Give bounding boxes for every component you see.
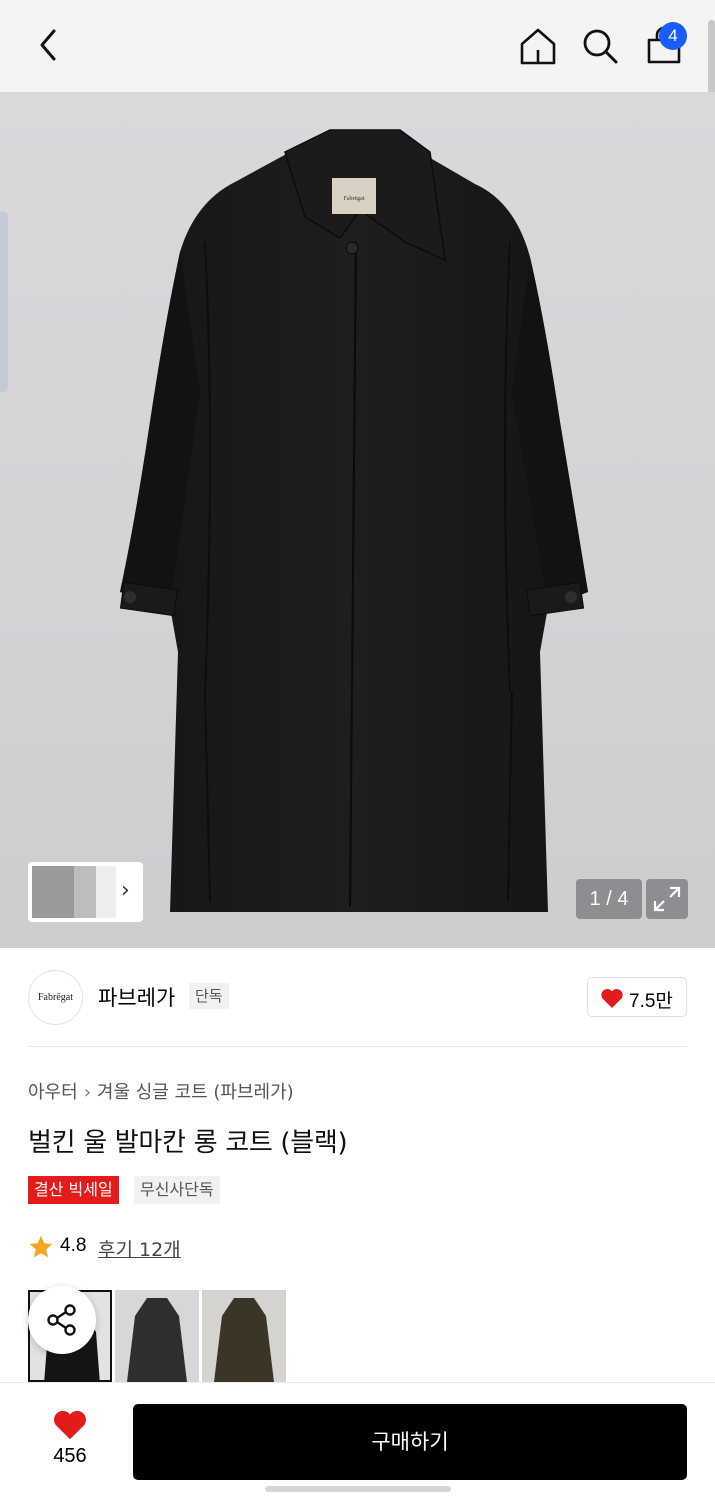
color-option-khaki[interactable]: [202, 1290, 286, 1382]
chevron-left-icon[interactable]: [30, 25, 70, 65]
buy-button[interactable]: 구매하기: [133, 1404, 687, 1480]
swatch-image: [127, 1298, 187, 1382]
heart-icon: [601, 989, 623, 1008]
cart-count-badge: 4: [659, 22, 687, 50]
thumbnail-2[interactable]: [74, 866, 96, 918]
swatch-image: [214, 1298, 274, 1382]
thumbnail-strip[interactable]: ›: [28, 862, 143, 922]
product-image: Fabrēgat: [119, 129, 588, 912]
svg-text:Fabrēgat: Fabrēgat: [344, 196, 365, 202]
chevron-right-icon[interactable]: ›: [121, 878, 130, 903]
breadcrumb: 아우터 › 겨울 싱글 코트 (파브레가): [28, 1078, 294, 1104]
wishlist-count: 456: [53, 1445, 87, 1467]
brand-exclusive-tag: 단독: [189, 983, 229, 1009]
breadcrumb-category[interactable]: 아우터: [28, 1082, 78, 1103]
product-title: 벌킨 울 발마칸 롱 코트 (블랙): [28, 1128, 348, 1158]
rating-score: 4.8: [60, 1235, 87, 1256]
top-navigation-bar: 4: [0, 0, 715, 108]
brand-name[interactable]: 파브레가: [98, 982, 175, 1012]
brand-logo[interactable]: Fabrēgat: [28, 970, 83, 1025]
wishlist-button[interactable]: 456: [30, 1405, 110, 1475]
brand-like-button[interactable]: 7.5만: [587, 977, 687, 1017]
share-icon: [47, 1304, 76, 1336]
product-image-gallery[interactable]: Fabrēgat › 1 / 4: [0, 92, 715, 948]
chevron-right-icon: ›: [83, 1082, 91, 1103]
expand-button[interactable]: [646, 879, 688, 919]
expand-icon: [653, 886, 681, 912]
share-button[interactable]: [28, 1286, 96, 1354]
brand-like-count: 7.5만: [629, 991, 673, 1012]
heart-icon: [54, 1410, 86, 1440]
search-icon[interactable]: [580, 24, 620, 68]
thumbnail-3[interactable]: [96, 866, 116, 918]
exclusive-badge: 무신사단독: [134, 1176, 220, 1204]
color-option-charcoal[interactable]: [115, 1290, 199, 1382]
sale-badge: 결산 빅세일: [28, 1176, 119, 1204]
thumbnail-1[interactable]: [32, 866, 74, 918]
reviews-link[interactable]: 후기 12개: [98, 1235, 181, 1262]
bottom-action-bar: 456 구매하기: [0, 1382, 715, 1500]
brand-row: Fabrēgat 파브레가 단독 7.5만: [0, 948, 715, 1046]
star-icon: [29, 1235, 53, 1258]
divider: [28, 1046, 687, 1047]
breadcrumb-subcategory[interactable]: 겨울 싱글 코트 (파브레가): [97, 1082, 294, 1103]
home-indicator: [265, 1486, 451, 1492]
image-counter: 1 / 4: [576, 879, 642, 919]
home-icon[interactable]: [516, 24, 560, 68]
